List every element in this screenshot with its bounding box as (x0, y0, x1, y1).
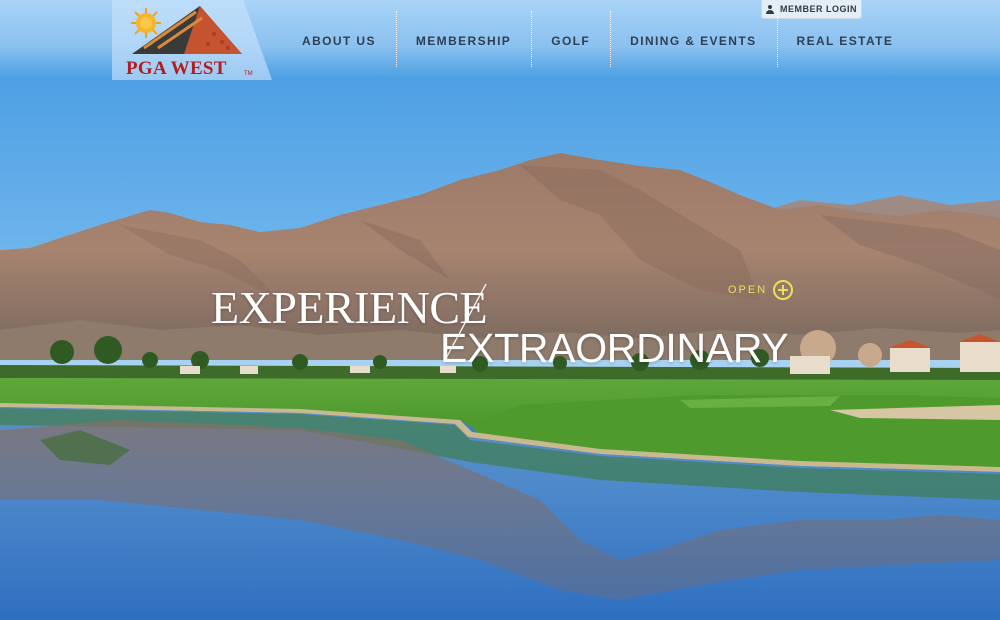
brand-name: PGA WEST (126, 58, 227, 79)
hero-background-scene (0, 0, 1000, 620)
nav-item-golf[interactable]: GOLF (531, 11, 610, 67)
nav-item-about-us[interactable]: ABOUT US (282, 33, 396, 51)
nav-item-membership[interactable]: MEMBERSHIP (395, 11, 531, 67)
trademark-mark: TM (244, 71, 253, 77)
open-label: OPEN (728, 284, 768, 296)
user-icon (766, 4, 775, 14)
hero-headline-line2: EXTRAORDINARY (440, 325, 789, 371)
pga-west-logo-icon (131, 6, 242, 54)
open-panel-button[interactable]: OPEN (728, 279, 794, 301)
member-login-label: MEMBER LOGIN (780, 4, 857, 14)
brand-logo[interactable]: PGA WEST TM (124, 4, 253, 79)
plus-circle-icon (773, 280, 794, 300)
nav-item-dining-events[interactable]: DINING & EVENTS (610, 11, 776, 67)
main-navigation: ABOUT US MEMBERSHIP GOLF DINING & EVENTS… (282, 11, 914, 67)
landscape-illustration (0, 0, 1000, 620)
nav-item-real-estate[interactable]: REAL ESTATE (776, 11, 914, 67)
